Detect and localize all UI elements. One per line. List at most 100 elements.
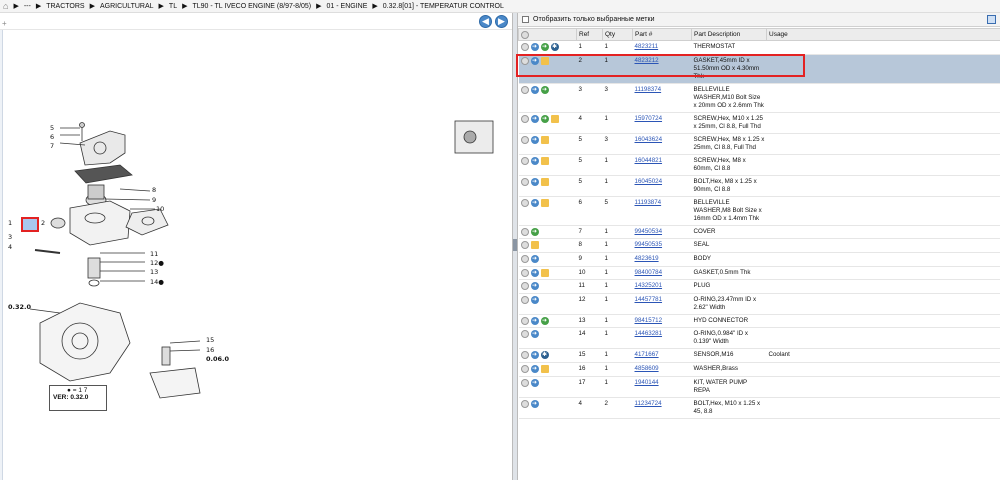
package-icon[interactable] [550,114,559,123]
package-icon[interactable] [540,135,549,144]
circle-icon[interactable] [520,254,529,263]
table-row[interactable]: ➜ 6 5 11193874 BELLEVILLE WASHER,M8 Bolt Siz… [518,196,1000,226]
table-row[interactable]: ➜ 16 1 4858609 WASHER,Brass [518,362,1000,377]
part-number-link[interactable]: 98400784 [635,269,663,276]
circle-icon[interactable] [520,241,529,250]
breadcrumb-item[interactable]: 0.32.8[01] - TEMPERATUR CONTROL [383,3,504,10]
breadcrumb-item[interactable]: 01 - ENGINE [327,3,368,10]
arrow-icon[interactable]: ➜ [530,330,539,339]
table-row[interactable]: ➜ 5 1 16044821 SCREW,Hex, M8 x 60mm, Cl 8.8 [518,154,1000,176]
breadcrumb-item[interactable]: TL [169,3,177,10]
part-number-link[interactable]: 1940144 [635,379,659,386]
table-row[interactable]: ➜ 11 1 14325201 PLUG [518,279,1000,294]
circle-icon[interactable] [520,177,529,186]
arrow-icon[interactable]: ➜ [530,365,539,374]
part-number-link[interactable]: 4171667 [635,351,659,358]
table-row[interactable]: 8 1 99450535 SEAL [518,238,1000,253]
circle-icon[interactable] [520,295,529,304]
part-number-link[interactable]: 11198374 [635,86,662,93]
table-row[interactable]: ➜ 9 1 4823619 BODY [518,252,1000,267]
circle-icon[interactable] [520,378,529,387]
circle-icon[interactable] [520,114,529,123]
arrow-icon[interactable]: ➜ [530,316,539,325]
arrow-icon[interactable]: ➜ [530,114,539,123]
arrow-icon[interactable]: ➜ [530,282,539,291]
table-row[interactable]: ➜ 7 1 99450534 COVER [518,225,1000,240]
table-row[interactable]: ➜ 14 1 14463281 O-RING,0.984" ID x 0.139" Wi… [518,327,1000,350]
table-row[interactable]: ➜ ➜ 4 1 15970724 SCREW,Hex, M10 x 1.25 x 25mm… [518,112,1000,134]
arrow-icon[interactable]: ➜ [530,268,539,277]
part-number-link[interactable]: 4858609 [635,365,659,372]
splitter-grip[interactable] [513,239,517,251]
breadcrumb-item[interactable]: --- [24,3,31,10]
column-part[interactable]: Part # [632,28,692,41]
table-row[interactable]: ➜ 5 1 16045024 BOLT,Hex, M8 x 1.25 x 90mm, C… [518,175,1000,197]
table-row[interactable]: ➜ ➜ 13 1 98415712 HYD CONNECTOR [518,314,1000,329]
column-ref[interactable]: Ref [576,28,603,41]
part-number-link[interactable]: 4823211 [635,43,659,50]
part-number-link[interactable]: 99450534 [635,228,663,235]
part-number-link[interactable]: 14463281 [635,330,663,337]
table-row[interactable]: ➜ ➜ 3 3 11198374 BELLEVILLE WASHER,M10 Bolt S… [518,83,1000,113]
filter-checkbox[interactable] [522,16,529,23]
circle-icon[interactable] [520,43,529,51]
table-row[interactable]: ➜ 4 2 11234724 BOLT,Hex, M10 x 1.25 x 45, 8.… [518,397,1000,419]
package-icon[interactable] [540,268,549,277]
arrow-icon[interactable]: ➜ [530,295,539,304]
table-row[interactable]: ➜ 5 3 16043624 SCREW,Hex, M8 x 1.25 x 25mm, … [518,133,1000,155]
circle-icon[interactable] [520,156,529,165]
arrow-icon[interactable]: ➜ [530,135,539,144]
table-row[interactable]: ➜ 12 1 14457781 O-RING,23.47mm ID x 2.62" Wi… [518,293,1000,315]
package-icon[interactable] [530,241,539,250]
part-number-link[interactable]: 4823619 [635,255,659,262]
breadcrumb-item[interactable]: TL90 - TL IVECO ENGINE (8/97-8/05) [192,3,311,10]
breadcrumb-item[interactable]: AGRICULTURAL [100,3,154,10]
circle-icon[interactable] [520,198,529,207]
arrow-icon[interactable]: ➜ [530,351,539,360]
circle-icon[interactable] [520,399,529,408]
circle-icon[interactable] [520,85,529,94]
share-icon[interactable]: ➜ [540,85,549,94]
table-row[interactable]: ➜ ✱ 15 1 4171667 SENSOR,M16 Coolant [518,348,1000,364]
arrow-icon[interactable]: ➜ [530,254,539,263]
circle-icon[interactable] [520,365,529,374]
part-number-link[interactable]: 14325201 [635,282,663,289]
circle-icon[interactable] [520,135,529,144]
part-number-link[interactable]: 15970724 [635,115,663,122]
export-icon[interactable] [987,15,996,24]
part-number-link[interactable]: 16043624 [635,136,663,143]
part-number-link[interactable]: 99450535 [635,241,663,248]
arrow-icon[interactable]: ➜ [530,378,539,387]
part-number-link[interactable]: 16044821 [635,157,663,164]
circle-icon[interactable] [520,227,529,236]
circle-icon[interactable] [520,351,529,360]
part-number-link[interactable]: 11234724 [635,400,662,407]
part-number-link[interactable]: 16045024 [635,178,663,185]
breadcrumb-item[interactable]: TRACTORS [46,3,84,10]
share-icon[interactable]: ➜ [530,227,539,236]
circle-icon[interactable] [520,316,529,325]
part-number-link[interactable]: 11193874 [635,199,662,206]
package-icon[interactable] [540,198,549,207]
share-icon[interactable]: ➜ [540,316,549,325]
arrow-icon[interactable]: ➜ [530,43,539,51]
column-qty[interactable]: Qty [602,28,633,41]
arrow-icon[interactable]: ➜ [530,156,539,165]
part-number-link[interactable]: 98415712 [635,317,663,324]
column-usage[interactable]: Usage [766,28,1000,41]
arrow-icon[interactable]: ➜ [530,399,539,408]
gear-icon[interactable]: ✱ [540,351,549,360]
circle-icon[interactable] [520,268,529,277]
package-icon[interactable] [540,156,549,165]
column-description[interactable]: Part Description [691,28,767,41]
share-icon[interactable]: ➜ [540,114,549,123]
home-icon[interactable]: ⌂ [3,1,8,11]
share-icon[interactable]: ➜ [540,43,549,51]
arrow-icon[interactable]: ➜ [530,85,539,94]
circle-icon[interactable] [520,282,529,291]
part-number-link[interactable]: 14457781 [635,296,663,303]
arrow-icon[interactable]: ➜ [530,177,539,186]
table-row[interactable]: ➜ ➜ ✱ 1 1 4823211 THERMOSTAT [518,40,1000,55]
circle-icon[interactable] [520,330,529,339]
gear-icon[interactable]: ✱ [550,43,559,51]
